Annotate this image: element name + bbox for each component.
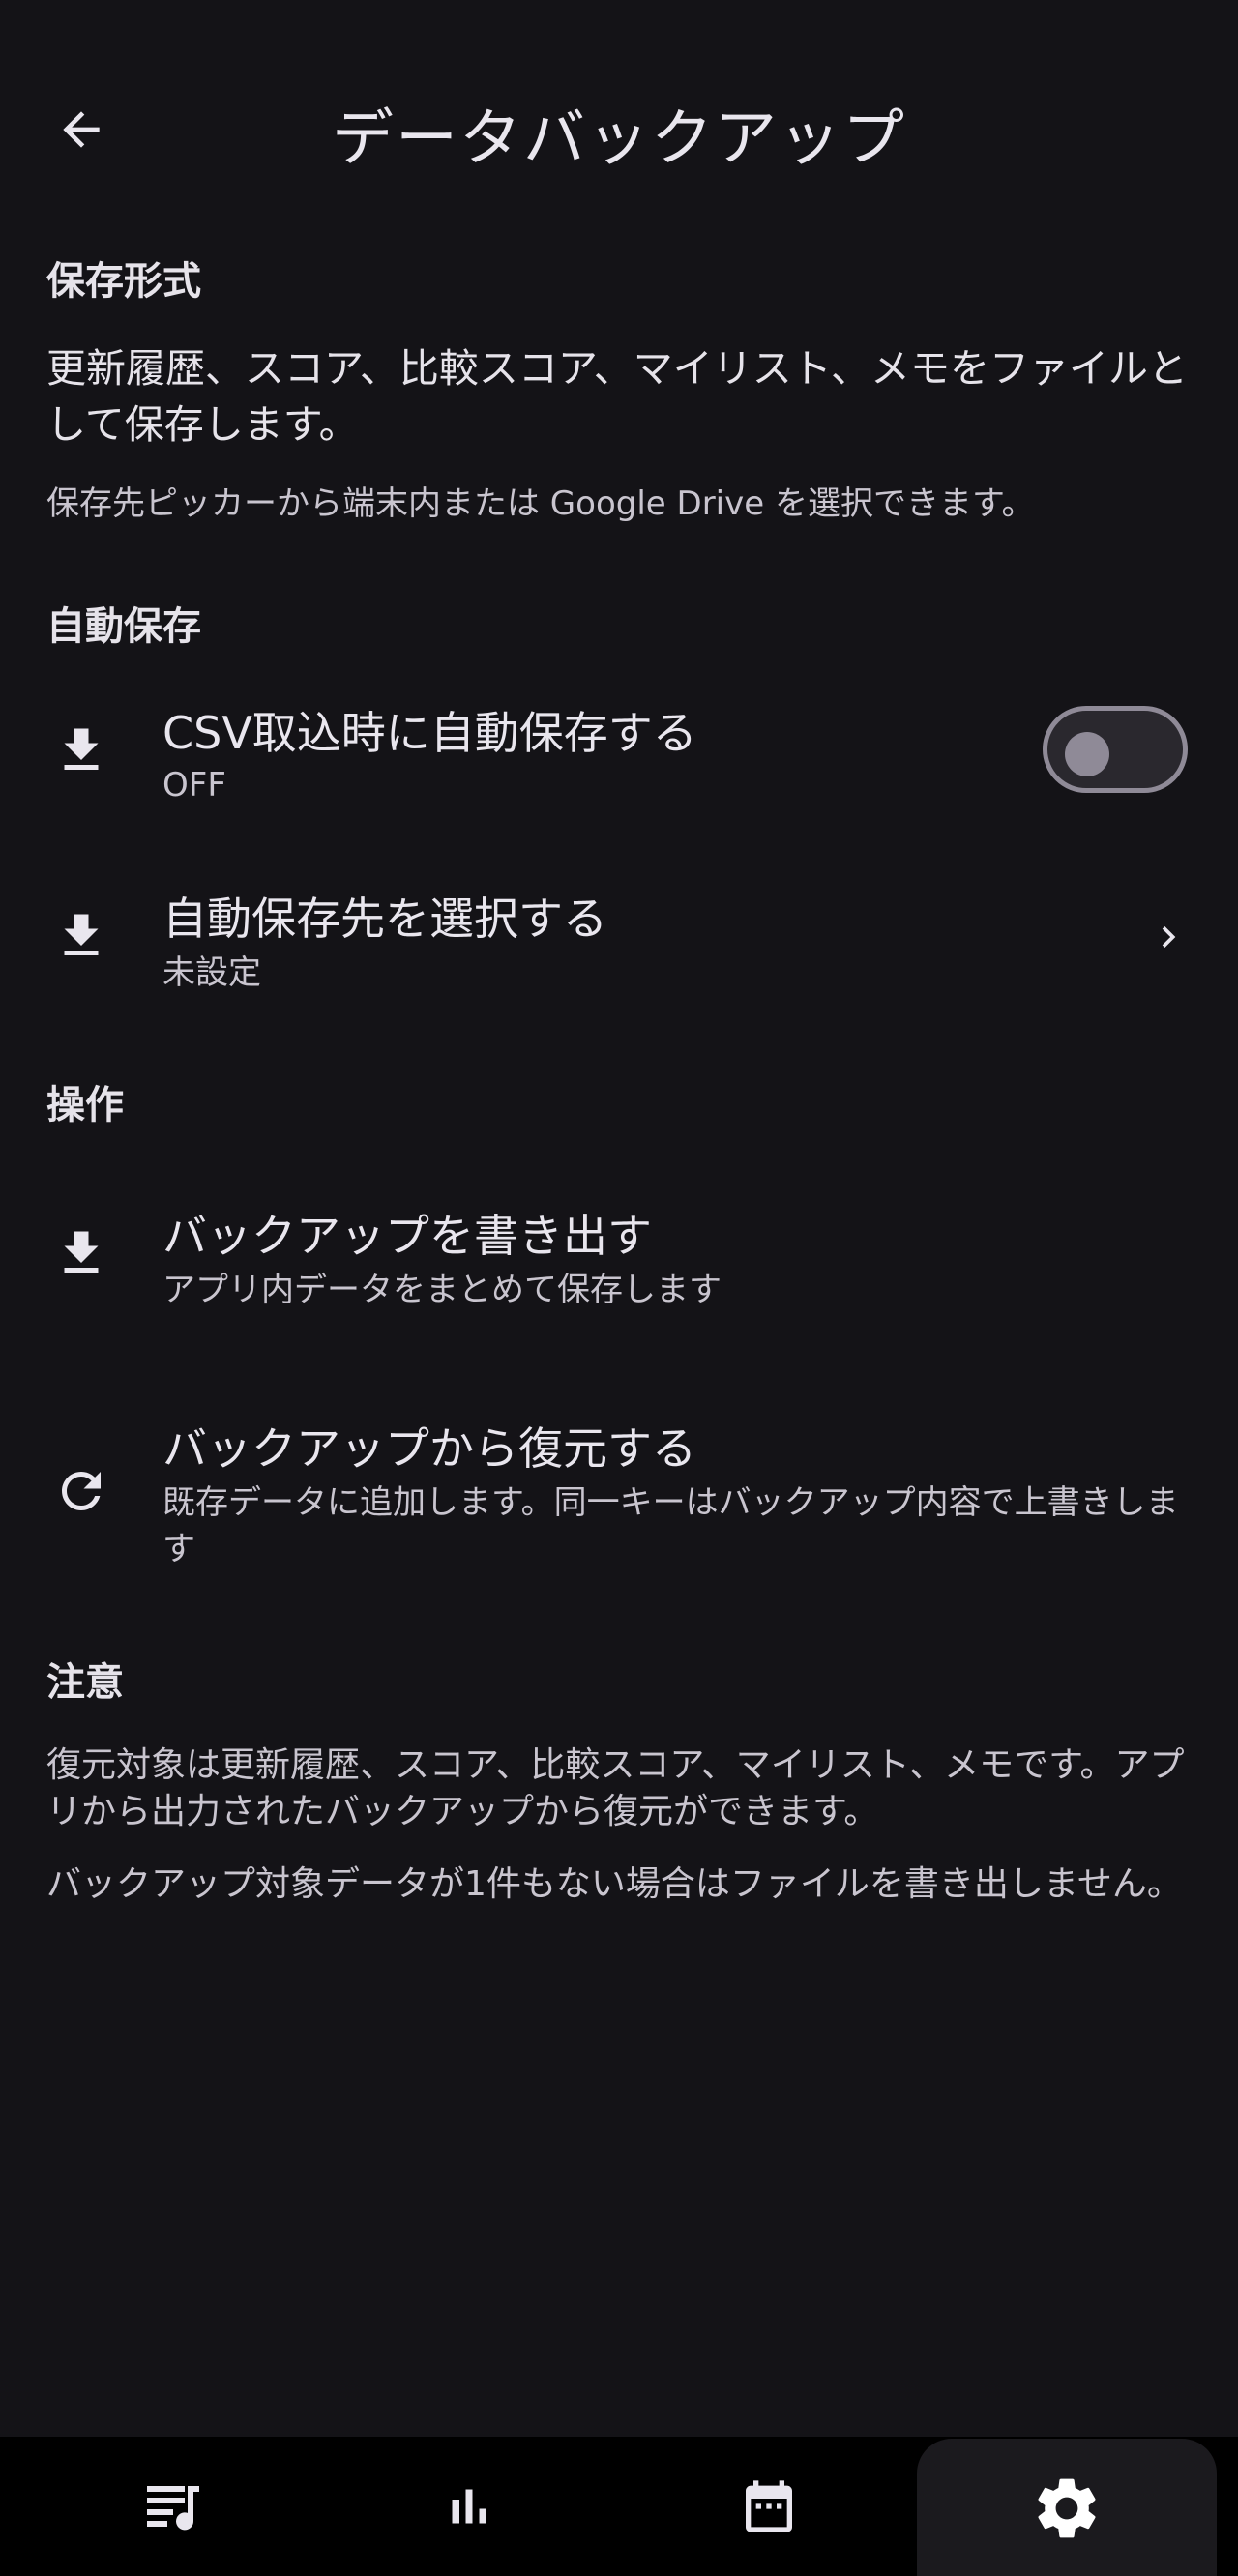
nav-item-calendar[interactable] [619,2437,919,2576]
song-list-icon [147,2486,199,2531]
export-backup-title: バックアップを書き出す [162,1210,652,1262]
restore-backup-subtitle: 既存データに追加します。同一キーはバックアップ内容で上書きします [162,1483,1179,1568]
refresh-icon [46,1456,116,1526]
format-note: 保存先ピッカーから端末内または Google Drive を選択できます。 [46,484,1035,523]
section-header-auto-save: 自動保存 [46,604,201,649]
download-icon [46,901,116,971]
page-title: データバックアップ [332,103,906,175]
csv-auto-save-status: OFF [162,766,226,805]
auto-save-destination-value: 未設定 [162,953,261,992]
data-backup-screen: データバックアップ 保存形式 更新履歴、スコア、比較スコア、マイリスト、メモをフ… [0,0,1238,2576]
top-app-bar: データバックアップ [0,0,1238,251]
section-header-operations: 操作 [46,1083,124,1127]
section-header-format: 保存形式 [46,259,201,304]
download-icon [46,1218,116,1288]
section-header-caution: 注意 [46,1660,124,1705]
nav-item-settings[interactable] [917,2439,1217,2576]
calendar-icon [746,2480,792,2532]
auto-save-destination-row[interactable]: 自動保存先を選択する 未設定 [0,861,1238,1015]
switch-thumb [1065,732,1109,776]
auto-save-destination-title: 自動保存先を選択する [162,893,607,945]
download-icon [46,716,116,785]
csv-auto-save-title: CSV取込時に自動保存する [162,707,697,759]
caution-text-restore: 復元対象は更新履歴、スコア、比較スコア、マイリスト、メモです。アプリから出力され… [46,1745,1185,1831]
restore-backup-row[interactable]: バックアップから復元する 既存データに追加します。同一キーはバックアップ内容で上… [0,1392,1238,1586]
export-backup-row[interactable]: バックアップを書き出す アプリ内データをまとめて保存します [0,1180,1238,1334]
nav-item-statistics[interactable] [319,2437,619,2576]
format-description: 更新履歴、スコア、比較スコア、マイリスト、メモをファイルとして保存します。 [46,345,1188,448]
bar-chart-icon [452,2489,486,2524]
nav-item-song-list[interactable] [23,2437,323,2576]
export-backup-subtitle: アプリ内データをまとめて保存します [162,1271,722,1309]
bottom-navigation [0,2437,1238,2576]
settings-gear-icon [1038,2478,1096,2538]
restore-backup-title: バックアップから復元する [162,1422,696,1475]
csv-auto-save-switch[interactable] [1043,706,1188,793]
chevron-right-icon [1162,926,1176,948]
caution-text-empty: バックアップ対象データが1件もない場合はファイルを書き出しません。 [46,1864,1182,1904]
